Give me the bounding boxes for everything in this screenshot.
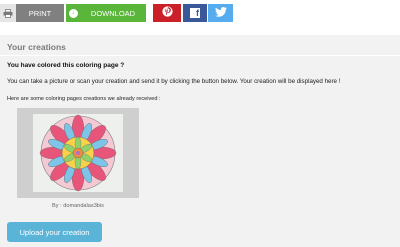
creation-thumbnail[interactable] [17, 108, 139, 198]
download-icon: ↓ [66, 4, 80, 22]
mandala-image [17, 108, 139, 198]
divider [0, 55, 400, 56]
download-label: DOWNLOAD [90, 8, 136, 18]
download-button[interactable]: ↓ DOWNLOAD [66, 4, 146, 22]
upload-description: You can take a picture or scan your crea… [7, 78, 341, 85]
colored-question: You have colored this coloring page ? [7, 62, 125, 69]
twitter-icon [214, 4, 227, 22]
section-title: Your creations [7, 42, 66, 52]
upload-button[interactable]: Upload your creation [7, 222, 102, 242]
pinterest-button[interactable] [153, 4, 181, 22]
print-label: PRINT [28, 8, 52, 18]
toolbar: PRINT ↓ DOWNLOAD f [0, 0, 400, 30]
pinterest-icon [161, 4, 173, 22]
creation-caption: By : domandalas3bis [52, 203, 104, 209]
facebook-icon: f [190, 8, 200, 18]
printer-icon [0, 4, 16, 22]
facebook-button[interactable]: f [183, 4, 207, 22]
twitter-button[interactable] [208, 4, 233, 22]
print-button[interactable]: PRINT [0, 4, 64, 22]
received-intro: Here are some coloring pages creations w… [7, 96, 161, 102]
